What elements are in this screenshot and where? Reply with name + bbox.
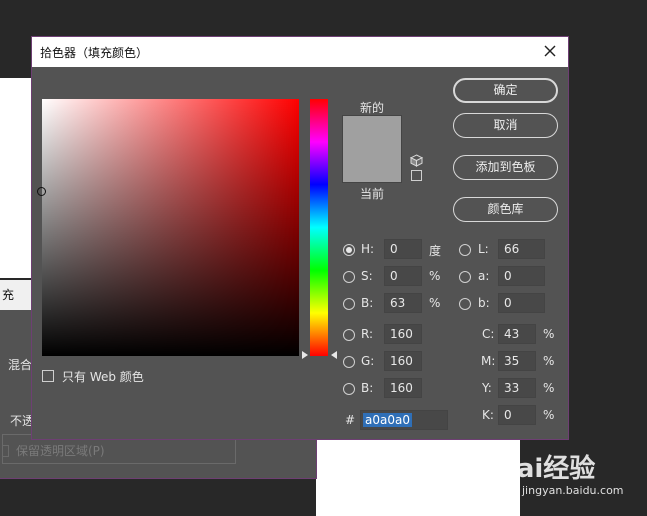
close-icon[interactable] xyxy=(540,41,560,61)
g-input[interactable]: 160 xyxy=(384,351,422,371)
dialog-title: 拾色器（填充颜色） xyxy=(40,46,149,60)
r-label: R: xyxy=(361,327,374,341)
hue-slider-handle-right[interactable] xyxy=(331,351,337,359)
k-unit: % xyxy=(543,408,555,422)
s-label: S: xyxy=(361,269,373,283)
b-input[interactable]: 63 xyxy=(384,293,422,313)
saturation-brightness-field[interactable] xyxy=(37,99,299,356)
y-input[interactable]: 33 xyxy=(498,378,536,398)
new-color-label: 新的 xyxy=(360,101,385,115)
hex-prefix: # xyxy=(345,413,356,427)
m-unit: % xyxy=(543,354,555,368)
h-input[interactable]: 0 xyxy=(384,239,422,259)
c-label: C: xyxy=(482,327,495,341)
hue-slider[interactable] xyxy=(310,99,328,356)
preserve-transparency-checkbox[interactable] xyxy=(2,445,9,457)
b-label: B: xyxy=(361,296,374,310)
s-input[interactable]: 0 xyxy=(384,266,422,286)
l-input[interactable]: 66 xyxy=(498,239,545,259)
m-label: M: xyxy=(481,354,496,368)
rgb-b-input[interactable]: 160 xyxy=(384,378,422,398)
hue-slider-handle-left[interactable] xyxy=(302,351,308,359)
watermark-brand: Bai经验 xyxy=(497,454,596,484)
a-input[interactable]: 0 xyxy=(498,266,545,286)
c-unit: % xyxy=(543,327,555,341)
m-input[interactable]: 35 xyxy=(498,351,536,371)
radio-g[interactable] xyxy=(343,356,355,368)
web-only-label: 只有 Web 颜色 xyxy=(62,370,144,384)
y-label: Y: xyxy=(482,381,492,395)
color-swatch xyxy=(342,115,402,183)
y-unit: % xyxy=(543,381,555,395)
hex-input[interactable]: a0a0a0 xyxy=(360,410,448,430)
a-label: a: xyxy=(478,269,490,283)
b-unit: % xyxy=(429,296,441,310)
current-color-label: 当前 xyxy=(360,187,385,201)
lab-b-label: b: xyxy=(478,296,490,310)
l-label: L: xyxy=(478,242,489,256)
radio-rgb-b[interactable] xyxy=(343,383,355,395)
radio-a[interactable] xyxy=(459,271,471,283)
radio-l[interactable] xyxy=(459,244,471,256)
ok-button[interactable]: 确定 xyxy=(453,78,558,103)
g-label: G: xyxy=(361,354,375,368)
k-input[interactable]: 0 xyxy=(498,405,536,425)
radio-h[interactable] xyxy=(343,244,355,256)
s-unit: % xyxy=(429,269,441,283)
document-canvas-bottom xyxy=(316,440,520,516)
r-input[interactable]: 160 xyxy=(384,324,422,344)
add-to-swatches-button[interactable]: 添加到色板 xyxy=(453,155,558,180)
h-unit: 度 xyxy=(429,244,442,258)
lab-b-input[interactable]: 0 xyxy=(498,293,545,313)
web-safe-square-icon[interactable] xyxy=(411,170,422,181)
preserve-transparency-label: 保留透明区域(P) xyxy=(16,444,105,458)
gamut-cube-icon[interactable] xyxy=(410,154,423,167)
radio-lab-b[interactable] xyxy=(459,298,471,310)
c-input[interactable]: 43 xyxy=(498,324,536,344)
radio-s[interactable] xyxy=(343,271,355,283)
color-picker-dialog: 拾色器（填充颜色） 新的 当前 确定 取消 添加到色板 颜色库 H: 0 度 S… xyxy=(31,36,569,440)
radio-r[interactable] xyxy=(343,329,355,341)
title-bar: 拾色器（填充颜色） xyxy=(32,37,568,67)
web-only-checkbox[interactable] xyxy=(42,370,54,382)
radio-b[interactable] xyxy=(343,298,355,310)
blend-label: 混合 xyxy=(8,358,33,372)
k-label: K: xyxy=(482,408,494,422)
document-canvas xyxy=(0,78,32,278)
color-cursor[interactable] xyxy=(37,187,46,196)
color-libraries-button[interactable]: 颜色库 xyxy=(453,197,558,222)
hex-value: a0a0a0 xyxy=(363,413,412,427)
h-label: H: xyxy=(361,242,375,256)
rgb-b-label: B: xyxy=(361,381,374,395)
watermark-url: jingyan.baidu.com xyxy=(522,484,624,497)
cancel-button[interactable]: 取消 xyxy=(453,113,558,138)
